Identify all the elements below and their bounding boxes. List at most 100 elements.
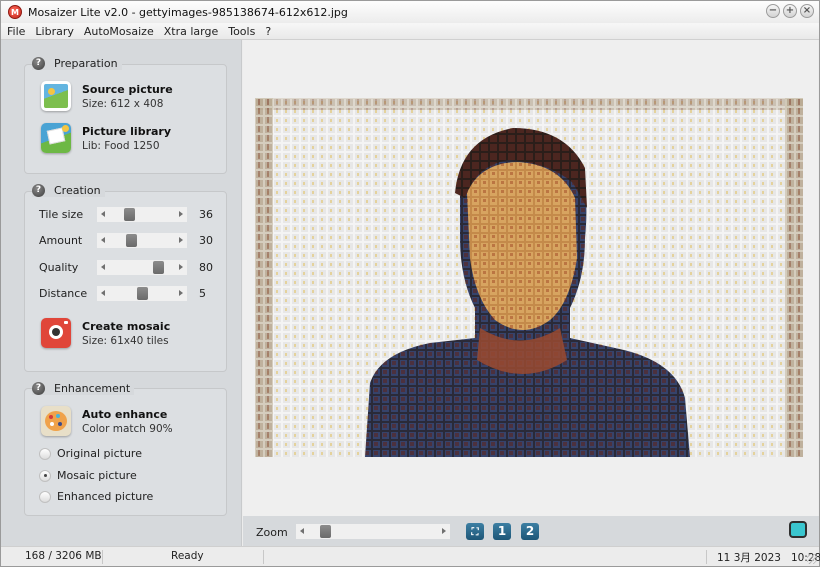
window-title: Mosaizer Lite v2.0 - gettyimages-9851386…	[28, 5, 348, 19]
arrow-left-icon[interactable]	[300, 528, 304, 534]
amount-slider[interactable]	[97, 232, 187, 248]
zoom-fit-button[interactable]: ⛶	[466, 523, 484, 540]
arrow-right-icon[interactable]	[179, 289, 183, 296]
sidebar: ? Preparation Source picture Size: 612 x…	[1, 40, 242, 546]
quality-slider-row: Quality 80	[39, 259, 229, 275]
distance-slider-row: Distance 5	[39, 285, 229, 301]
picture-library-button[interactable]: Picture library Lib: Food 1250	[41, 123, 171, 153]
radio-label: Enhanced picture	[57, 490, 154, 503]
slider-thumb[interactable]	[153, 260, 164, 274]
preview-canvas	[243, 40, 818, 516]
menu-bar: File Library AutoMosaize Xtra large Tool…	[1, 23, 819, 40]
arrow-right-icon[interactable]	[179, 236, 183, 243]
slider-label: Quality	[39, 260, 79, 274]
app-logo-icon: M	[8, 5, 22, 19]
photo-library-icon	[41, 123, 71, 153]
slider-label: Amount	[39, 233, 83, 247]
slider-label: Distance	[39, 286, 88, 300]
slider-thumb[interactable]	[124, 207, 136, 221]
zoom-label: Zoom	[256, 526, 288, 539]
create-mosaic-button[interactable]: Create mosaic Size: 61x40 tiles	[41, 318, 170, 348]
menu-library[interactable]: Library	[35, 25, 73, 38]
zoom-bar: Zoom ⛶ 1 2	[243, 516, 819, 546]
create-mosaic-title: Create mosaic	[82, 319, 171, 333]
radio-mosaic-picture[interactable]: Mosaic picture	[39, 469, 137, 482]
mosaic-image[interactable]	[255, 98, 803, 457]
creation-header: ? Creation	[32, 184, 105, 197]
picture-library-title: Picture library	[82, 124, 172, 138]
camera-icon	[41, 318, 71, 348]
menu-tools[interactable]: Tools	[228, 25, 255, 38]
help-icon[interactable]: ?	[32, 382, 45, 395]
palette-icon	[41, 406, 71, 436]
arrow-left-icon[interactable]	[101, 289, 105, 296]
slider-value: 30	[199, 233, 213, 247]
slider-value: 80	[199, 260, 213, 274]
close-button[interactable]: ×	[800, 4, 814, 18]
fit-screen-icon: ⛶	[471, 527, 479, 538]
radio-button[interactable]	[39, 447, 51, 460]
source-picture-size: Size: 612 x 408	[82, 97, 164, 110]
minimize-button[interactable]: −	[766, 4, 780, 18]
mosaic-picture	[255, 98, 803, 457]
menu-automosaize[interactable]: AutoMosaize	[84, 25, 154, 38]
slider-thumb[interactable]	[136, 286, 148, 300]
tile-size-slider[interactable]	[97, 206, 187, 222]
arrow-right-icon[interactable]	[179, 210, 183, 217]
quality-slider[interactable]	[97, 259, 187, 275]
arrow-left-icon[interactable]	[101, 210, 105, 217]
zoom-2x-button[interactable]: 2	[521, 523, 539, 540]
menu-help[interactable]: ?	[265, 25, 271, 38]
menu-xtra-large[interactable]: Xtra large	[164, 25, 218, 38]
mosaic-size: Size: 61x40 tiles	[82, 334, 169, 347]
divider	[706, 550, 707, 564]
image-icon	[41, 81, 71, 111]
picture-library-info: Lib: Food 1250	[82, 139, 160, 152]
title-bar: M Mosaizer Lite v2.0 - gettyimages-98513…	[1, 1, 819, 23]
date-time: 11 3月 2023 10:28	[717, 552, 820, 564]
arrow-left-icon[interactable]	[101, 263, 105, 270]
maximize-button[interactable]: +	[783, 4, 797, 18]
enhancement-header: ? Enhancement	[32, 382, 135, 395]
radio-original-picture[interactable]: Original picture	[39, 447, 142, 460]
radio-button[interactable]	[39, 490, 51, 503]
tile-size-slider-row: Tile size 36	[39, 206, 229, 222]
radio-button[interactable]	[39, 469, 51, 482]
arrow-right-icon[interactable]	[179, 263, 183, 270]
amount-slider-row: Amount 30	[39, 232, 229, 248]
status-bar: 168 / 3206 MB Ready 11 3月 2023 10:28	[1, 546, 820, 566]
monitor-icon	[791, 523, 805, 536]
fullscreen-monitor-button[interactable]	[789, 521, 807, 538]
app-window: M Mosaizer Lite v2.0 - gettyimages-98513…	[0, 0, 820, 567]
zoom-slider-thumb[interactable]	[319, 525, 331, 538]
group-title: Preparation	[54, 57, 118, 70]
resize-grip[interactable]	[807, 554, 817, 564]
zoom-1x-button[interactable]: 1	[493, 523, 511, 540]
radio-enhanced-picture[interactable]: Enhanced picture	[39, 490, 153, 503]
arrow-left-icon[interactable]	[101, 236, 105, 243]
slider-value: 5	[199, 286, 206, 300]
preparation-header: ? Preparation	[32, 57, 122, 70]
group-title: Creation	[54, 184, 101, 197]
status-text: Ready	[171, 550, 204, 562]
slider-value: 36	[199, 207, 213, 221]
zoom-slider[interactable]	[296, 524, 450, 539]
auto-enhance-title: Auto enhance	[82, 407, 168, 421]
menu-file[interactable]: File	[7, 25, 25, 38]
arrow-right-icon[interactable]	[442, 528, 446, 534]
source-picture-button[interactable]: Source picture Size: 612 x 408	[41, 81, 173, 111]
divider	[102, 550, 103, 564]
group-title: Enhancement	[54, 382, 131, 395]
help-icon[interactable]: ?	[32, 184, 45, 197]
radio-label: Mosaic picture	[57, 469, 137, 482]
memory-usage: 168 / 3206 MB	[25, 550, 102, 562]
radio-label: Original picture	[57, 447, 142, 460]
auto-enhance-button[interactable]: Auto enhance Color match 90%	[41, 406, 173, 436]
color-match: Color match 90%	[82, 422, 173, 435]
source-picture-title: Source picture	[82, 82, 173, 96]
distance-slider[interactable]	[97, 285, 187, 301]
slider-label: Tile size	[39, 207, 84, 221]
help-icon[interactable]: ?	[32, 57, 45, 70]
slider-thumb[interactable]	[125, 233, 137, 247]
divider	[263, 550, 264, 564]
